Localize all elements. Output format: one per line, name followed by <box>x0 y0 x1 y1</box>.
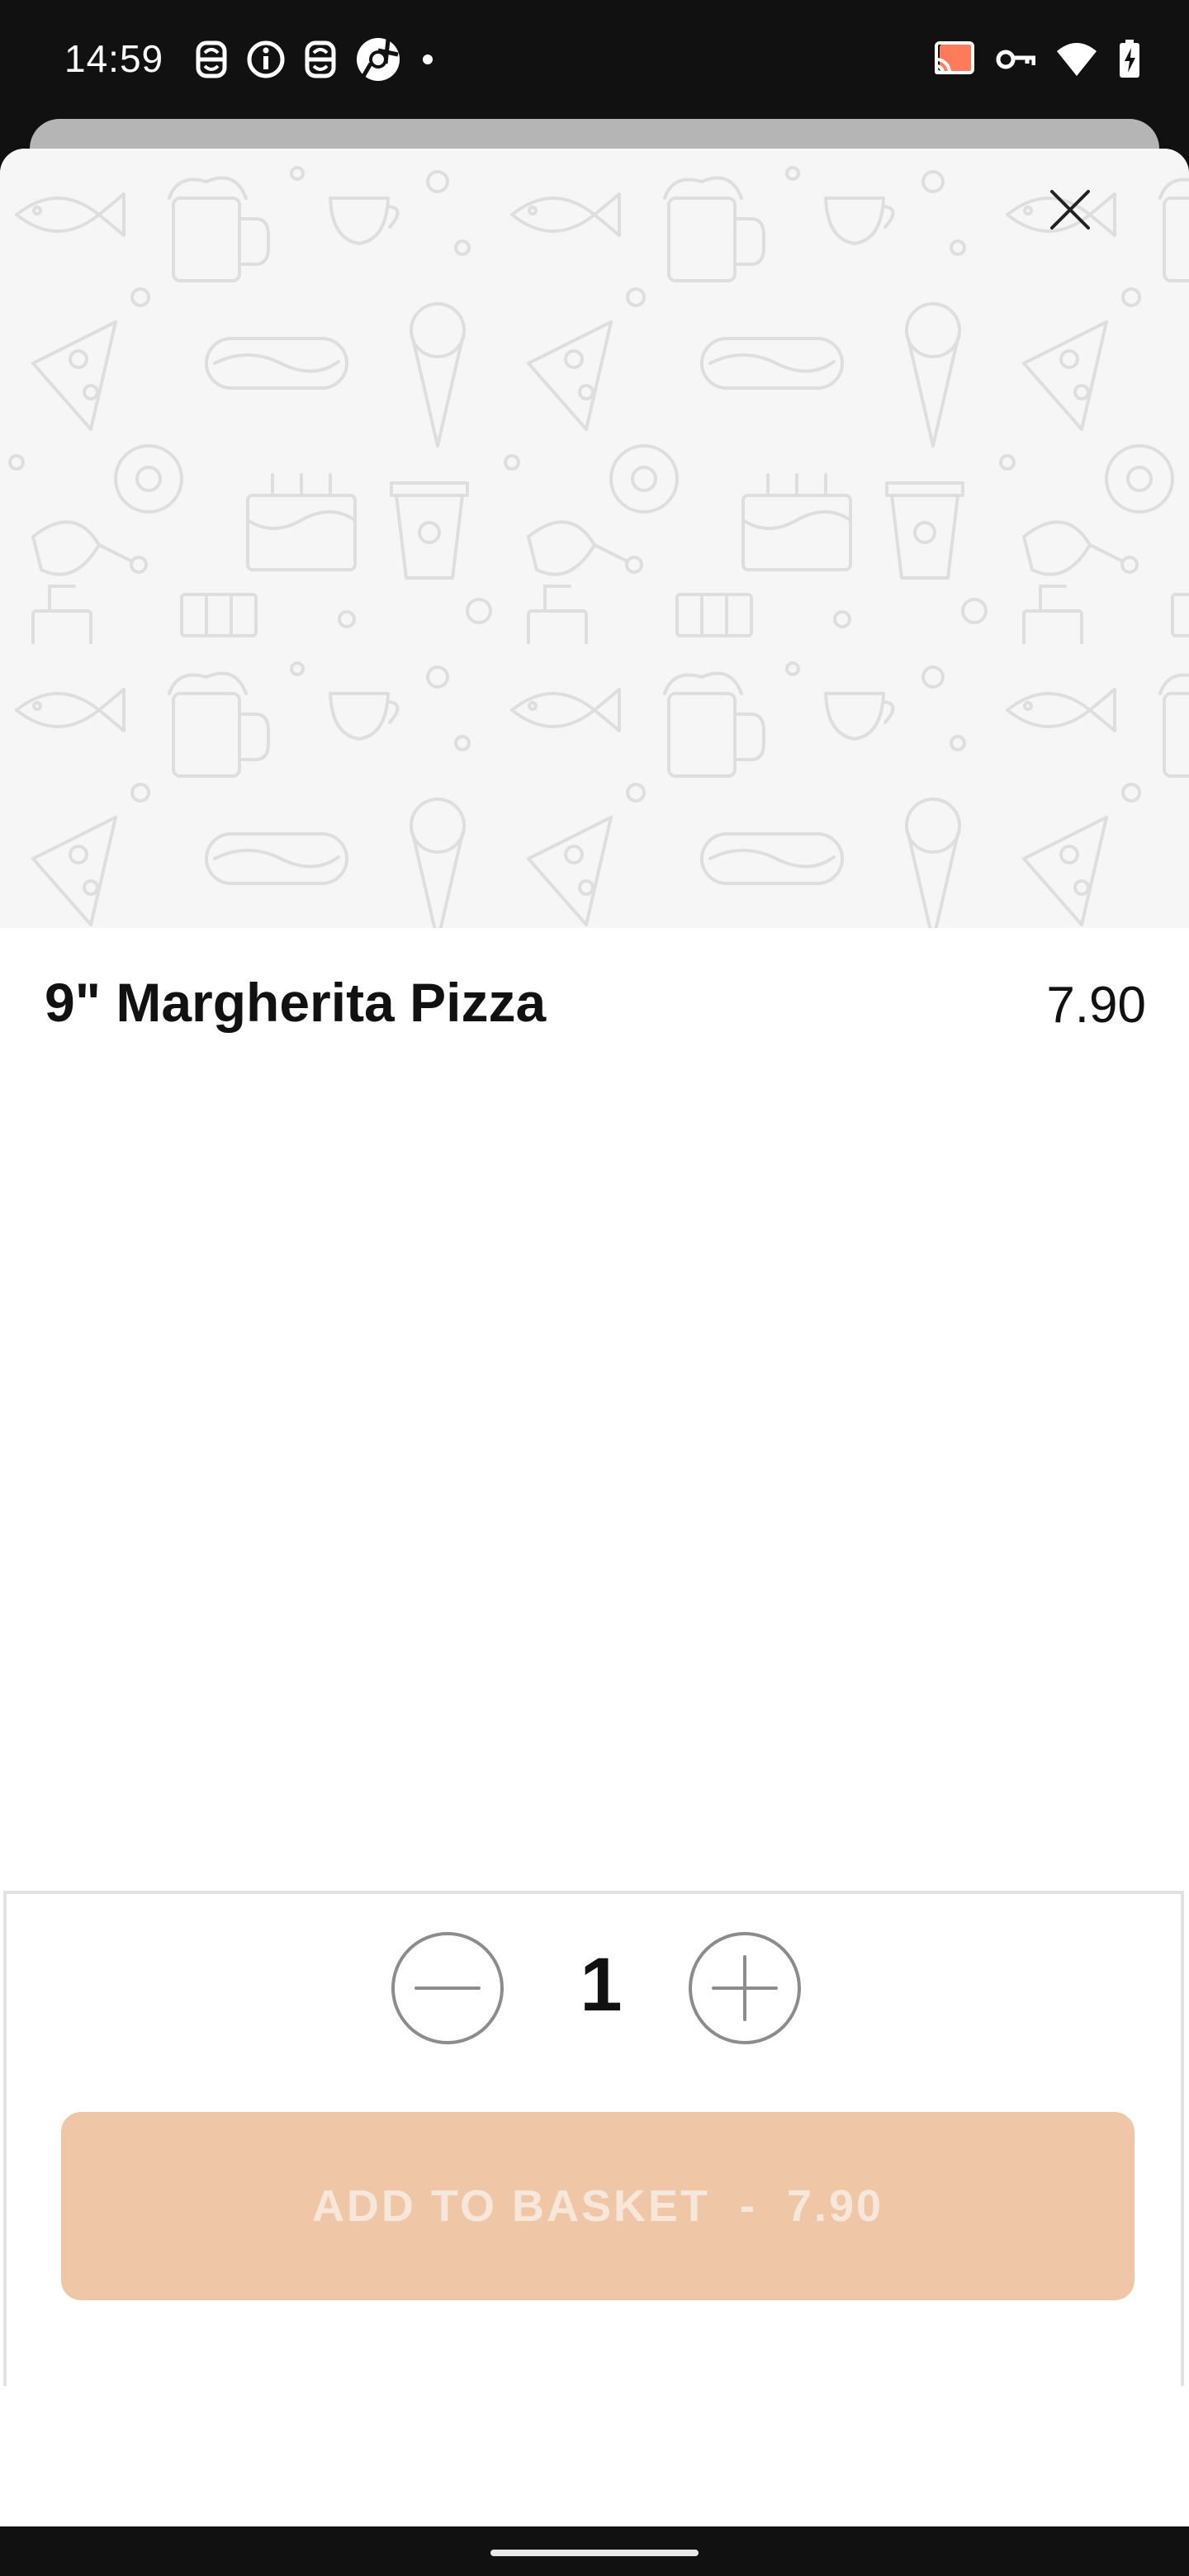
battery-charging-icon <box>1120 40 1139 78</box>
increase-quantity-button[interactable] <box>689 1932 801 2044</box>
info-icon <box>247 40 285 78</box>
cast-icon <box>935 41 974 74</box>
decrease-quantity-button[interactable] <box>391 1932 504 2044</box>
status-bar: 14:59 <box>0 0 1189 119</box>
status-time: 14:59 <box>64 37 164 80</box>
food-doodle-pattern <box>0 149 1189 928</box>
add-to-basket-button[interactable]: ADD TO BASKET - 7.90 <box>61 2112 1135 2300</box>
status-notification-icons <box>195 36 436 83</box>
minus-icon <box>414 1986 481 1990</box>
order-panel: 1 ADD TO BASKET - 7.90 <box>3 1891 1184 2386</box>
dot-icon <box>423 54 433 64</box>
strikethrough-s-icon <box>196 40 227 78</box>
vpn-key-icon <box>996 50 1035 69</box>
item-price: 7.90 <box>1046 977 1146 1034</box>
quantity-stepper: 1 <box>7 1932 1181 2048</box>
add-to-basket-label: ADD TO BASKET - 7.90 <box>311 2181 884 2231</box>
status-system-icons <box>933 36 1141 83</box>
chromium-icon <box>357 38 400 81</box>
item-image-placeholder <box>0 149 1189 928</box>
plus-icon <box>712 1955 778 2021</box>
home-indicator[interactable] <box>490 2550 699 2556</box>
item-title: 9" Margherita Pizza <box>45 972 547 1033</box>
close-button[interactable] <box>1049 188 1144 284</box>
close-icon <box>1050 190 1090 230</box>
strikethrough-s-icon <box>305 40 336 78</box>
quantity-value: 1 <box>580 1943 623 2027</box>
wifi-icon <box>1057 43 1097 76</box>
